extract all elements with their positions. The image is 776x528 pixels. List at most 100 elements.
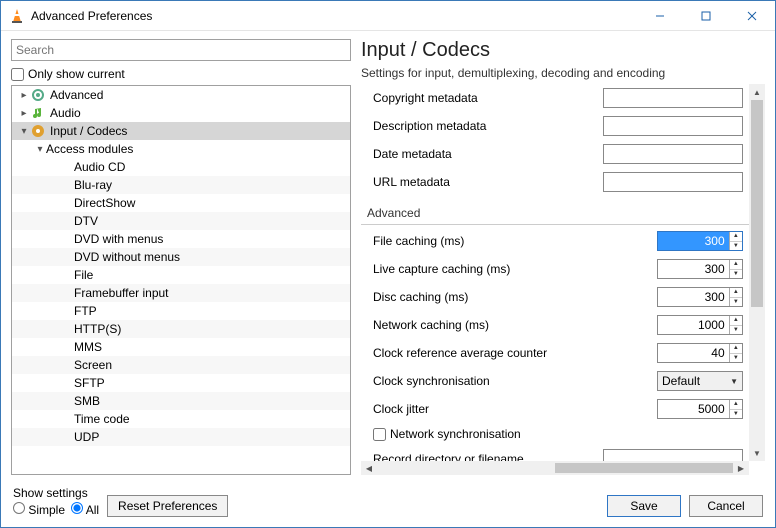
scroll-left-button[interactable]: ◀ xyxy=(361,461,377,475)
copyright-metadata-row: Copyright metadata xyxy=(361,84,749,112)
tree-label: FTP xyxy=(74,304,97,318)
network-sync-checkbox[interactable] xyxy=(373,428,386,441)
network-sync-row[interactable]: Network synchronisation xyxy=(361,423,749,445)
field-label: Date metadata xyxy=(373,147,603,161)
tree-label: HTTP(S) xyxy=(74,322,121,336)
tree-item-leaf[interactable]: Screen xyxy=(12,356,350,374)
tree-label: Audio xyxy=(50,106,81,120)
tree-item-leaf[interactable]: HTTP(S) xyxy=(12,320,350,338)
tree-item-audio[interactable]: Audio xyxy=(12,104,350,122)
simple-radio-label[interactable]: Simple xyxy=(13,502,65,517)
spinner-buttons[interactable]: ▲▼ xyxy=(729,288,742,306)
tree-item-leaf[interactable]: DirectShow xyxy=(12,194,350,212)
only-show-current-label: Only show current xyxy=(28,67,125,81)
tree-label: Screen xyxy=(74,358,112,372)
live-caching-row: Live capture caching (ms) ▲▼ xyxy=(361,255,749,283)
live-caching-spinner[interactable]: ▲▼ xyxy=(657,259,743,279)
spinner-buttons[interactable]: ▲▼ xyxy=(729,232,742,250)
simple-radio[interactable] xyxy=(13,502,25,514)
advanced-section-header: Advanced xyxy=(361,202,749,224)
chevron-right-icon[interactable] xyxy=(18,90,30,101)
close-button[interactable] xyxy=(729,1,775,31)
tree-item-leaf[interactable]: MMS xyxy=(12,338,350,356)
page-title: Input / Codecs xyxy=(361,39,765,62)
disc-caching-row: Disc caching (ms) ▲▼ xyxy=(361,283,749,311)
all-radio-label[interactable]: All xyxy=(71,502,99,517)
tree-label: DirectShow xyxy=(74,196,135,210)
tree-label: Framebuffer input xyxy=(74,286,169,300)
tree-item-leaf[interactable]: DVD with menus xyxy=(12,230,350,248)
titlebar: Advanced Preferences xyxy=(1,1,775,31)
disc-caching-spinner[interactable]: ▲▼ xyxy=(657,287,743,307)
minimize-button[interactable] xyxy=(637,1,683,31)
scroll-down-button[interactable]: ▼ xyxy=(749,445,765,461)
maximize-button[interactable] xyxy=(683,1,729,31)
all-radio[interactable] xyxy=(71,502,83,514)
cancel-button[interactable]: Cancel xyxy=(689,495,763,517)
chevron-down-icon: ▼ xyxy=(730,377,738,386)
only-show-current-checkbox[interactable] xyxy=(11,68,24,81)
only-show-current-row[interactable]: Only show current xyxy=(11,67,351,81)
tree-label: DVD without menus xyxy=(74,250,180,264)
tree-label: DVD with menus xyxy=(74,232,163,246)
file-caching-spinner[interactable]: ▲▼ xyxy=(657,231,743,251)
field-label: Network caching (ms) xyxy=(373,318,657,332)
show-settings-label: Show settings xyxy=(13,486,99,500)
tree-item-access-modules[interactable]: Access modules xyxy=(12,140,350,158)
tree-scroll[interactable]: Advanced Audio Input / Codecs Acc xyxy=(12,86,350,474)
search-input[interactable] xyxy=(11,39,351,61)
scroll-up-button[interactable]: ▲ xyxy=(749,84,765,100)
tree-item-leaf[interactable]: DVD without menus xyxy=(12,248,350,266)
chevron-right-icon[interactable] xyxy=(18,108,30,119)
tree-label: Access modules xyxy=(46,142,133,156)
reset-preferences-button[interactable]: Reset Preferences xyxy=(107,495,228,517)
network-caching-spinner[interactable]: ▲▼ xyxy=(657,315,743,335)
url-metadata-input[interactable] xyxy=(603,172,743,192)
tree-item-leaf[interactable]: SFTP xyxy=(12,374,350,392)
chevron-down-icon[interactable] xyxy=(34,144,46,155)
clock-jitter-spinner[interactable]: ▲▼ xyxy=(657,399,743,419)
clock-ref-spinner[interactable]: ▲▼ xyxy=(657,343,743,363)
clock-sync-select[interactable]: Default▼ xyxy=(657,371,743,391)
clock-sync-row: Clock synchronisation Default▼ xyxy=(361,367,749,395)
settings-panel: Copyright metadata Description metadata … xyxy=(361,84,765,475)
spinner-buttons[interactable]: ▲▼ xyxy=(729,316,742,334)
tree-item-leaf[interactable]: SMB xyxy=(12,392,350,410)
scroll-right-button[interactable]: ▶ xyxy=(733,461,749,475)
chevron-down-icon[interactable] xyxy=(18,126,30,137)
field-label: Disc caching (ms) xyxy=(373,290,657,304)
save-button[interactable]: Save xyxy=(607,495,681,517)
record-dir-row: Record directory or filename xyxy=(361,445,749,461)
scroll-thumb[interactable] xyxy=(751,100,763,307)
settings-vertical-scrollbar[interactable]: ▲ ▼ xyxy=(749,84,765,461)
tree-item-input-codecs[interactable]: Input / Codecs xyxy=(12,122,350,140)
window-title: Advanced Preferences xyxy=(31,9,637,23)
copyright-metadata-input[interactable] xyxy=(603,88,743,108)
scroll-thumb[interactable] xyxy=(555,463,733,473)
gear-icon xyxy=(30,87,46,103)
tree-item-advanced[interactable]: Advanced xyxy=(12,86,350,104)
description-metadata-row: Description metadata xyxy=(361,112,749,140)
tree-item-leaf[interactable]: FTP xyxy=(12,302,350,320)
tree-item-leaf[interactable]: File xyxy=(12,266,350,284)
field-label: Copyright metadata xyxy=(373,91,603,105)
tree-item-leaf[interactable]: Audio CD xyxy=(12,158,350,176)
clock-ref-row: Clock reference average counter ▲▼ xyxy=(361,339,749,367)
tree-item-leaf[interactable]: Blu-ray xyxy=(12,176,350,194)
field-label: Clock reference average counter xyxy=(373,346,657,360)
record-dir-input[interactable] xyxy=(603,449,743,461)
music-note-icon xyxy=(30,105,46,121)
tree-item-leaf[interactable]: Framebuffer input xyxy=(12,284,350,302)
description-metadata-input[interactable] xyxy=(603,116,743,136)
clock-jitter-row: Clock jitter ▲▼ xyxy=(361,395,749,423)
tree-item-leaf[interactable]: Time code xyxy=(12,410,350,428)
date-metadata-input[interactable] xyxy=(603,144,743,164)
tree-label: Advanced xyxy=(50,88,103,102)
spinner-buttons[interactable]: ▲▼ xyxy=(729,400,742,418)
spinner-buttons[interactable]: ▲▼ xyxy=(729,344,742,362)
spinner-buttons[interactable]: ▲▼ xyxy=(729,260,742,278)
tree-item-leaf[interactable]: UDP xyxy=(12,428,350,446)
tree-item-leaf[interactable]: DTV xyxy=(12,212,350,230)
tree-label: File xyxy=(74,268,93,282)
settings-horizontal-scrollbar[interactable]: ◀ ▶ xyxy=(361,461,749,475)
